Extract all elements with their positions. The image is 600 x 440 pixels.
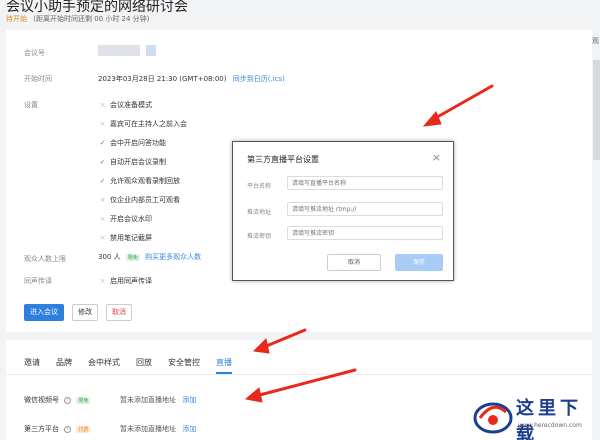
setting-item: ✓ 会中开启问答功能 [98, 138, 166, 148]
platform-name-label: 平台名称 [247, 183, 272, 190]
close-icon[interactable]: × [432, 151, 441, 164]
disabled-icon: × [99, 277, 106, 285]
meeting-id-label: 会议号 [24, 49, 45, 57]
stream-key-input[interactable] [287, 226, 443, 240]
dialog-cancel-button[interactable]: 取消 [327, 254, 381, 271]
meeting-id-redacted [98, 45, 140, 56]
settings-label: 设置 [24, 101, 38, 109]
meeting-status: 待开始 (距离开始时间还剩 00 小时 24 分钟) [6, 14, 149, 24]
start-time-label: 开始时间 [24, 75, 52, 83]
setting-label: 会议准备模式 [110, 101, 152, 109]
tab-brand[interactable]: 品牌 [56, 357, 72, 368]
side-panel-label: 观 [592, 37, 599, 45]
setting-item: × 仅企业内部员工可观看 [98, 195, 180, 205]
disabled-icon: × [99, 215, 106, 223]
audience-limit-value: 300 人 [98, 253, 121, 261]
interpretation-item: × 启用同声传译 [98, 276, 152, 286]
disabled-icon: × [99, 101, 106, 109]
setting-item: × 会议准备模式 [98, 100, 152, 110]
cancel-meeting-button[interactable]: 取消 [106, 304, 132, 321]
setting-label: 嘉宾可在主持人之前入会 [110, 120, 187, 128]
tab-replay[interactable]: 回放 [136, 357, 152, 368]
platform-name-input[interactable] [287, 176, 443, 190]
join-meeting-button[interactable]: 进入会议 [24, 304, 64, 321]
third-party-label: 第三方平台 [24, 425, 59, 433]
sync-calendar-link[interactable]: 同步到日历(.ics) [233, 75, 285, 83]
tab-invite[interactable]: 邀请 [24, 357, 40, 368]
edit-button[interactable]: 修改 [72, 304, 98, 321]
tab-live[interactable]: 直播 [216, 357, 232, 374]
free-badge: 限免 [125, 253, 140, 261]
audience-limit-row: 300 人 限免 购买更多观众人数 [98, 252, 201, 262]
tab-security[interactable]: 安全管控 [168, 357, 200, 368]
disabled-icon: × [99, 196, 106, 204]
copy-icon[interactable] [146, 45, 156, 56]
interpretation-value: 启用同声传译 [110, 277, 152, 285]
setting-label: 仅企业内部员工可观看 [110, 196, 180, 204]
wechat-channels-row: 微信视频号 i 限免 [24, 395, 91, 405]
status-badge: 待开始 [6, 15, 27, 23]
audience-limit-label: 观众人数上限 [24, 255, 66, 263]
wechat-channels-label: 微信视频号 [24, 396, 59, 404]
meeting-id-value [98, 45, 156, 56]
tab-bar: 邀请 品牌 会中样式 回放 安全管控 直播 [24, 357, 248, 374]
setting-item: × 开启会议水印 [98, 214, 152, 224]
watermark-brand: 这里下载 [516, 398, 582, 440]
setting-item: ✓ 自动开启会议录制 [98, 157, 166, 167]
paid-badge: 付费 [76, 425, 91, 433]
add-wechat-stream-link[interactable]: 添加 [182, 396, 196, 404]
start-time-row: 2023年03月28日 21:30 (GMT+08:00) 同步到日历(.ics… [98, 74, 285, 84]
disabled-icon: × [99, 120, 106, 128]
third-party-status: 暂未添加直播地址 添加 [120, 424, 196, 434]
start-time-value: 2023年03月28日 21:30 (GMT+08:00) [98, 75, 227, 83]
buy-more-audience-link[interactable]: 购买更多观众人数 [145, 253, 201, 261]
setting-item: × 嘉宾可在主持人之前入会 [98, 119, 187, 129]
disabled-icon: × [99, 234, 106, 242]
setting-item: ✓ 允许观众观看录制回放 [98, 176, 180, 186]
wechat-channels-note: 暂未添加直播地址 [120, 396, 176, 404]
stream-key-label: 推流密钥 [247, 233, 272, 240]
setting-label: 开启会议水印 [110, 215, 152, 223]
free-badge: 限免 [76, 396, 91, 404]
setting-label: 会中开启问答功能 [110, 139, 166, 147]
check-icon: ✓ [99, 158, 106, 166]
add-third-party-stream-link[interactable]: 添加 [182, 425, 196, 433]
dialog-save-button[interactable]: 保存 [395, 254, 443, 271]
third-party-note: 暂未添加直播地址 [120, 425, 176, 433]
live-platform-settings-dialog: 第三方直播平台设置 × 平台名称 推流地址 推流密钥 取消 保存 [232, 141, 454, 281]
tab-in-meeting-style[interactable]: 会中样式 [88, 357, 120, 368]
check-icon: ✓ [99, 139, 106, 147]
interpretation-label: 同声传译 [24, 277, 52, 285]
watermark-logo [473, 402, 513, 434]
stream-url-label: 推流地址 [247, 209, 272, 216]
watermark-site: www.herecdown.com [518, 422, 582, 429]
scrollbar[interactable] [593, 60, 600, 160]
remaining-time: (距离开始时间还剩 00 小时 24 分钟) [33, 15, 150, 23]
check-icon: ✓ [99, 177, 106, 185]
dialog-title: 第三方直播平台设置 [247, 155, 319, 164]
site-watermark: 这里下载 www.herecdown.com [468, 392, 600, 440]
info-icon[interactable]: i [64, 396, 72, 404]
wechat-channels-status: 暂未添加直播地址 添加 [120, 395, 196, 405]
setting-label: 自动开启会议录制 [110, 158, 166, 166]
third-party-row: 第三方平台 i 付费 [24, 424, 91, 434]
stream-url-input[interactable] [287, 202, 443, 216]
info-icon[interactable]: i [64, 425, 72, 433]
setting-label: 禁用笔记截屏 [110, 234, 152, 242]
setting-label: 允许观众观看录制回放 [110, 177, 180, 185]
tab-divider [6, 374, 592, 375]
setting-item: × 禁用笔记截屏 [98, 233, 152, 243]
